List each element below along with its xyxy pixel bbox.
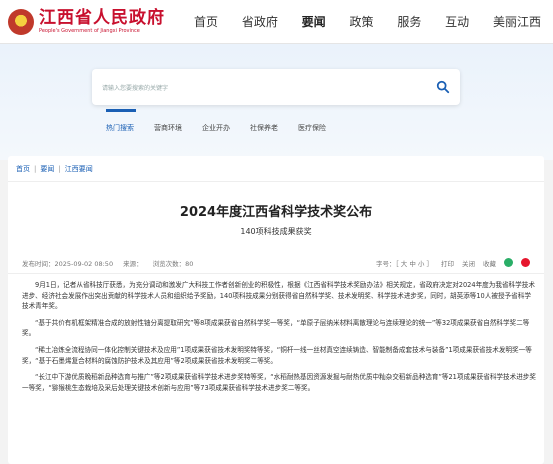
breadcrumb-separator: |: [34, 164, 37, 173]
article-title: 2024年度江西省科学技术奖公布: [179, 205, 373, 220]
top-bar: 江西省人民政府 People's Government of Jiangxi P…: [0, 0, 553, 44]
nav-service[interactable]: 服务: [397, 11, 421, 32]
nav-news[interactable]: 要闻: [302, 11, 326, 32]
logo-title: 江西省人民政府: [39, 7, 165, 28]
close-button[interactable]: 关闭: [462, 258, 475, 268]
breadcrumb-news[interactable]: 要闻: [40, 164, 54, 174]
search-input[interactable]: 请输入您要搜索的关键字: [102, 83, 436, 92]
weibo-share-icon[interactable]: [521, 258, 530, 267]
site-logo[interactable]: 江西省人民政府 People's Government of Jiangxi P…: [8, 7, 194, 35]
logo-text: 江西省人民政府 People's Government of Jiangxi P…: [39, 7, 165, 35]
quick-link-social-security[interactable]: 社保养老: [250, 123, 278, 133]
article-card: 首页 | 要闻 | 江西要闻 2024年度江西省科学技术奖公布 140项科技成果…: [8, 156, 544, 464]
nav-beautiful-jiangxi[interactable]: 美丽江西: [493, 11, 541, 32]
meta-info: 发布时间：2025-09-02 08:50 来源： 浏览次数：80: [22, 258, 376, 268]
article-paragraph: 9月1日，记者从省科技厅获悉，为充分调动和激发广大科技工作者创新创业的积极性，根…: [22, 281, 535, 311]
print-button[interactable]: 打印: [441, 258, 454, 268]
national-emblem-icon: [8, 8, 34, 35]
source: 来源：: [123, 259, 143, 268]
nav-provincial-government[interactable]: 省政府: [242, 11, 278, 32]
quick-link-business-environment[interactable]: 营商环境: [154, 123, 182, 133]
nav-interaction[interactable]: 互动: [445, 11, 469, 32]
meta-tools: 字号：［ 大 中 小 ］ 打印 关闭 收藏: [376, 258, 530, 268]
main-nav: 首页 省政府 要闻 政策 服务 互动 美丽江西: [194, 11, 545, 32]
article-subtitle: 140项科技成果获奖: [240, 227, 312, 236]
nav-policy[interactable]: 政策: [349, 11, 373, 32]
logo-subtitle: People's Government of Jiangxi Province: [39, 27, 140, 34]
nav-home[interactable]: 首页: [194, 11, 218, 32]
favorite-button[interactable]: 收藏: [483, 258, 496, 268]
quick-link-medical-insurance[interactable]: 医疗保险: [298, 123, 326, 133]
publish-time: 发布时间：2025-09-02 08:50: [22, 259, 114, 268]
hot-search-underline: [106, 109, 136, 112]
view-count: 浏览次数：80: [152, 259, 194, 268]
search-banner: 请输入您要搜索的关键字: [0, 44, 553, 160]
wechat-share-icon[interactable]: [504, 258, 513, 267]
breadcrumb: 首页 | 要闻 | 江西要闻: [8, 156, 544, 182]
article-body: 9月1日，记者从省科技厅获悉，为充分调动和激发广大科技工作者创新创业的积极性，根…: [22, 280, 536, 399]
font-size-switch[interactable]: 字号：［ 大 中 小 ］: [376, 258, 433, 268]
quick-link-hot-search[interactable]: 热门搜索: [106, 123, 134, 133]
quick-links: 热门搜索 营商环境 企业开办 社保养老 医疗保险: [106, 123, 326, 133]
breadcrumb-home[interactable]: 首页: [16, 164, 30, 174]
breadcrumb-separator: |: [58, 164, 61, 173]
article-paragraph: “长江中下游优质晚稻新品种选育与推广”等2项成果获省科学技术进步奖特等奖，“水稻…: [22, 373, 536, 392]
article-meta: 发布时间：2025-09-02 08:50 来源： 浏览次数：80 字号：［ 大…: [8, 252, 544, 274]
article-paragraph: “稀土冶炼全流程协同一体化控制关键技术及应用”1项成果获省技术发明奖特等奖，“铜…: [22, 345, 532, 365]
quick-link-company-setup[interactable]: 企业开办: [202, 123, 230, 133]
breadcrumb-jiangxi-news[interactable]: 江西要闻: [65, 164, 93, 174]
search-icon[interactable]: [436, 80, 450, 94]
search-box[interactable]: 请输入您要搜索的关键字: [92, 69, 460, 105]
article-paragraph: “基于共价有机框架精准合成的放射性铀分离提取研究”等8项成果获省自然科学奖一等奖…: [22, 318, 530, 338]
